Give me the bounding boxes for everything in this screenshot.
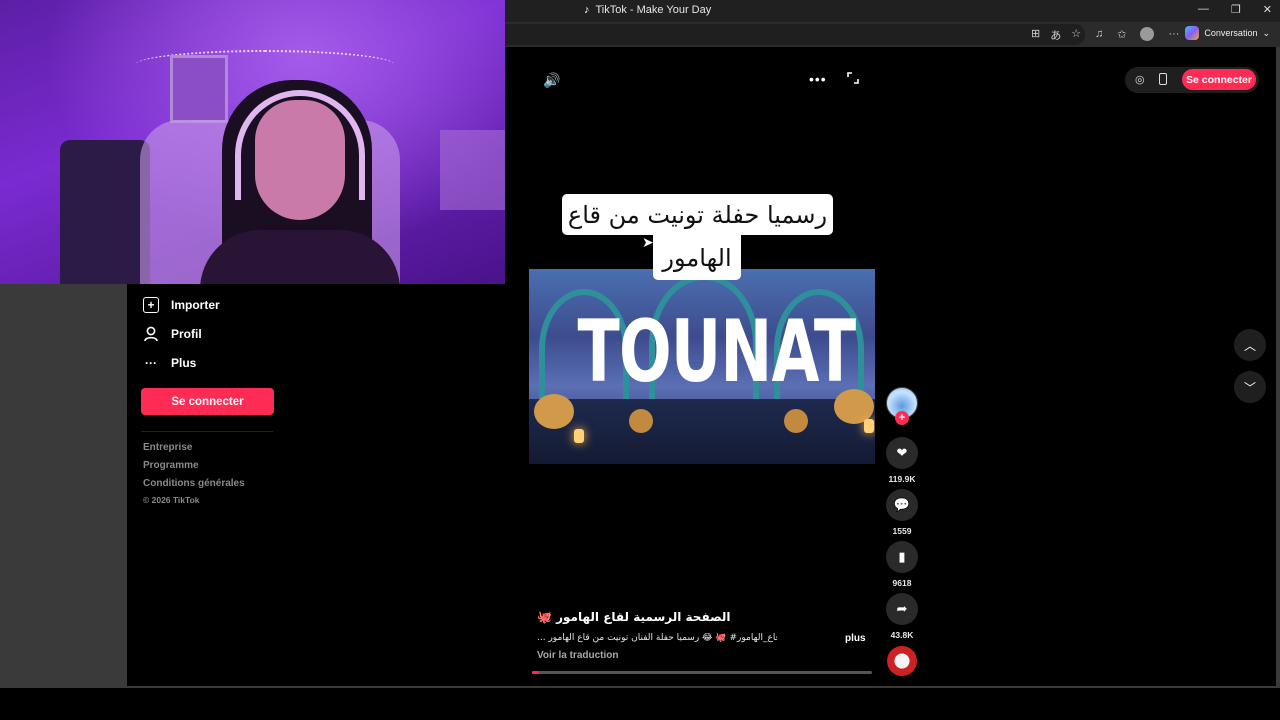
tiktok-logo-icon: ♪ (584, 4, 590, 16)
sidebar-login-button[interactable]: Se connecter (141, 388, 274, 415)
profile-avatar-icon[interactable] (1140, 27, 1155, 41)
compass-icon[interactable]: ◎ (1135, 73, 1145, 86)
cartoon-character (784, 409, 808, 433)
video-caption-line-2: الهامور (653, 235, 741, 280)
copilot-icon (1185, 26, 1200, 40)
bookmark-icon: ▮ (898, 549, 906, 564)
window-controls: — ❐ ✕ (1198, 3, 1272, 16)
screen: ♪ TikTok - Make Your Day — ❐ ✕ ⊞ あ ☆ ♫ ✩… (0, 0, 1280, 720)
next-video-button[interactable]: ﹀ (1234, 371, 1266, 403)
copilot-button[interactable]: Conversation ⌄ (1185, 26, 1270, 40)
video-author[interactable]: الصفحة الرسمية لقاع الهامور 🐙 (537, 610, 731, 624)
tab-title-label: TikTok - Make Your Day (595, 4, 712, 16)
speaker (60, 140, 150, 284)
comment-icon: 💬 (893, 497, 911, 512)
divider (141, 431, 273, 432)
browser-titlebar: ♪ TikTok - Make Your Day — ❐ ✕ (505, 0, 1280, 22)
minimize-icon[interactable]: — (1198, 3, 1209, 16)
browser-menu-icon[interactable]: ··· (1168, 28, 1179, 40)
copyright: © 2026 TikTok (143, 495, 200, 505)
copilot-label: Conversation (1204, 28, 1258, 38)
heart-icon: ❤ (896, 445, 908, 460)
nav-item-plus[interactable]: ··· Plus (143, 355, 196, 371)
shelf (440, 130, 505, 210)
follow-plus-icon[interactable]: + (895, 411, 909, 425)
nav-item-label: Plus (171, 356, 197, 370)
video-caption-line-1: رسميا حفلة تونيت من قاع (562, 194, 833, 235)
music-disc-icon[interactable] (887, 646, 917, 676)
share-count: 43.8K (890, 630, 914, 640)
more-options-icon[interactable]: ••• (809, 71, 827, 87)
nav-item-label: Importer (171, 298, 220, 312)
header-login-button[interactable]: Se connecter (1182, 69, 1256, 90)
share-button[interactable]: ➦ (886, 593, 918, 625)
address-field[interactable] (505, 24, 1085, 45)
address-icons: ⊞ あ ☆ (1031, 27, 1081, 43)
video-progress-fill (532, 671, 539, 674)
toolbar-icons: ♫ ✩ ··· (1095, 27, 1179, 41)
fullscreen-icon[interactable] (847, 72, 859, 84)
browser-tab[interactable]: ♪ TikTok - Make Your Day (584, 4, 711, 16)
header-actions: ◎ Se connecter (1125, 67, 1259, 93)
app-install-icon[interactable]: ⊞ (1031, 27, 1040, 43)
see-translation-button[interactable]: Voir la traduction (537, 650, 619, 661)
scrollbar-track[interactable] (1276, 47, 1280, 688)
video-description: ... قاع_الهامور# 🐙 😂 رسميا حفلة الفنان ت… (537, 633, 777, 643)
footer-link-entreprise[interactable]: Entreprise (143, 442, 192, 453)
favorites-icon[interactable]: ✩ (1117, 28, 1126, 41)
video-progress-bar[interactable] (532, 671, 872, 674)
wall-frame (170, 55, 228, 123)
favorite-star-icon[interactable]: ☆ (1071, 27, 1081, 43)
save-count: 9618 (892, 578, 912, 588)
desktop-background-bottom (0, 686, 1280, 688)
chevron-down-icon: ⌄ (1262, 27, 1270, 38)
save-button[interactable]: ▮ (886, 541, 918, 573)
cartoon-character (629, 409, 653, 433)
volume-icon[interactable]: 🔊 (543, 72, 560, 89)
footer-link-conditions[interactable]: Conditions générales (143, 478, 245, 489)
webcam-overlay (0, 0, 505, 284)
translate-icon[interactable]: あ (1050, 27, 1061, 43)
like-button[interactable]: ❤ (886, 437, 918, 469)
nav-item-label: Profil (171, 327, 202, 341)
video-feed: 🔊 ••• ◎ Se connecter TOUNAT رسميا حفلة ت… (505, 47, 1276, 686)
upload-plus-icon: + (143, 297, 159, 313)
comment-count: 1559 (892, 526, 912, 536)
nav-item-importer[interactable]: + Importer (143, 297, 220, 313)
footer-link-programme[interactable]: Programme (143, 460, 199, 471)
nav-item-profil[interactable]: Profil (143, 326, 202, 342)
media-icon[interactable]: ♫ (1095, 28, 1103, 40)
more-dots-icon: ··· (145, 356, 157, 370)
person-icon (143, 326, 159, 342)
phone-icon[interactable] (1159, 73, 1167, 85)
streamer-body (200, 230, 400, 284)
video-player[interactable]: TOUNAT (529, 269, 875, 464)
see-more-button[interactable]: plus (845, 633, 866, 644)
cartoon-character (534, 394, 574, 429)
like-count: 119.9K (888, 474, 916, 484)
share-arrow-icon: ➦ (896, 601, 908, 616)
browser-toolbar: ⊞ あ ☆ ♫ ✩ ··· Conversation ⌄ (505, 22, 1280, 47)
restore-icon[interactable]: ❐ (1231, 3, 1241, 16)
mouse-cursor: ➤ (642, 234, 654, 250)
previous-video-button[interactable]: ︿ (1234, 329, 1266, 361)
chevron-down-icon: ﹀ (1243, 380, 1256, 395)
close-icon[interactable]: ✕ (1263, 3, 1272, 16)
video-title-overlay: TOUNAT (577, 302, 856, 402)
desktop-background-left (0, 284, 127, 688)
left-nav: + Importer Profil ··· Plus Se connecter … (127, 284, 505, 686)
chevron-up-icon: ︿ (1243, 338, 1256, 353)
comment-button[interactable]: 💬 (886, 489, 918, 521)
